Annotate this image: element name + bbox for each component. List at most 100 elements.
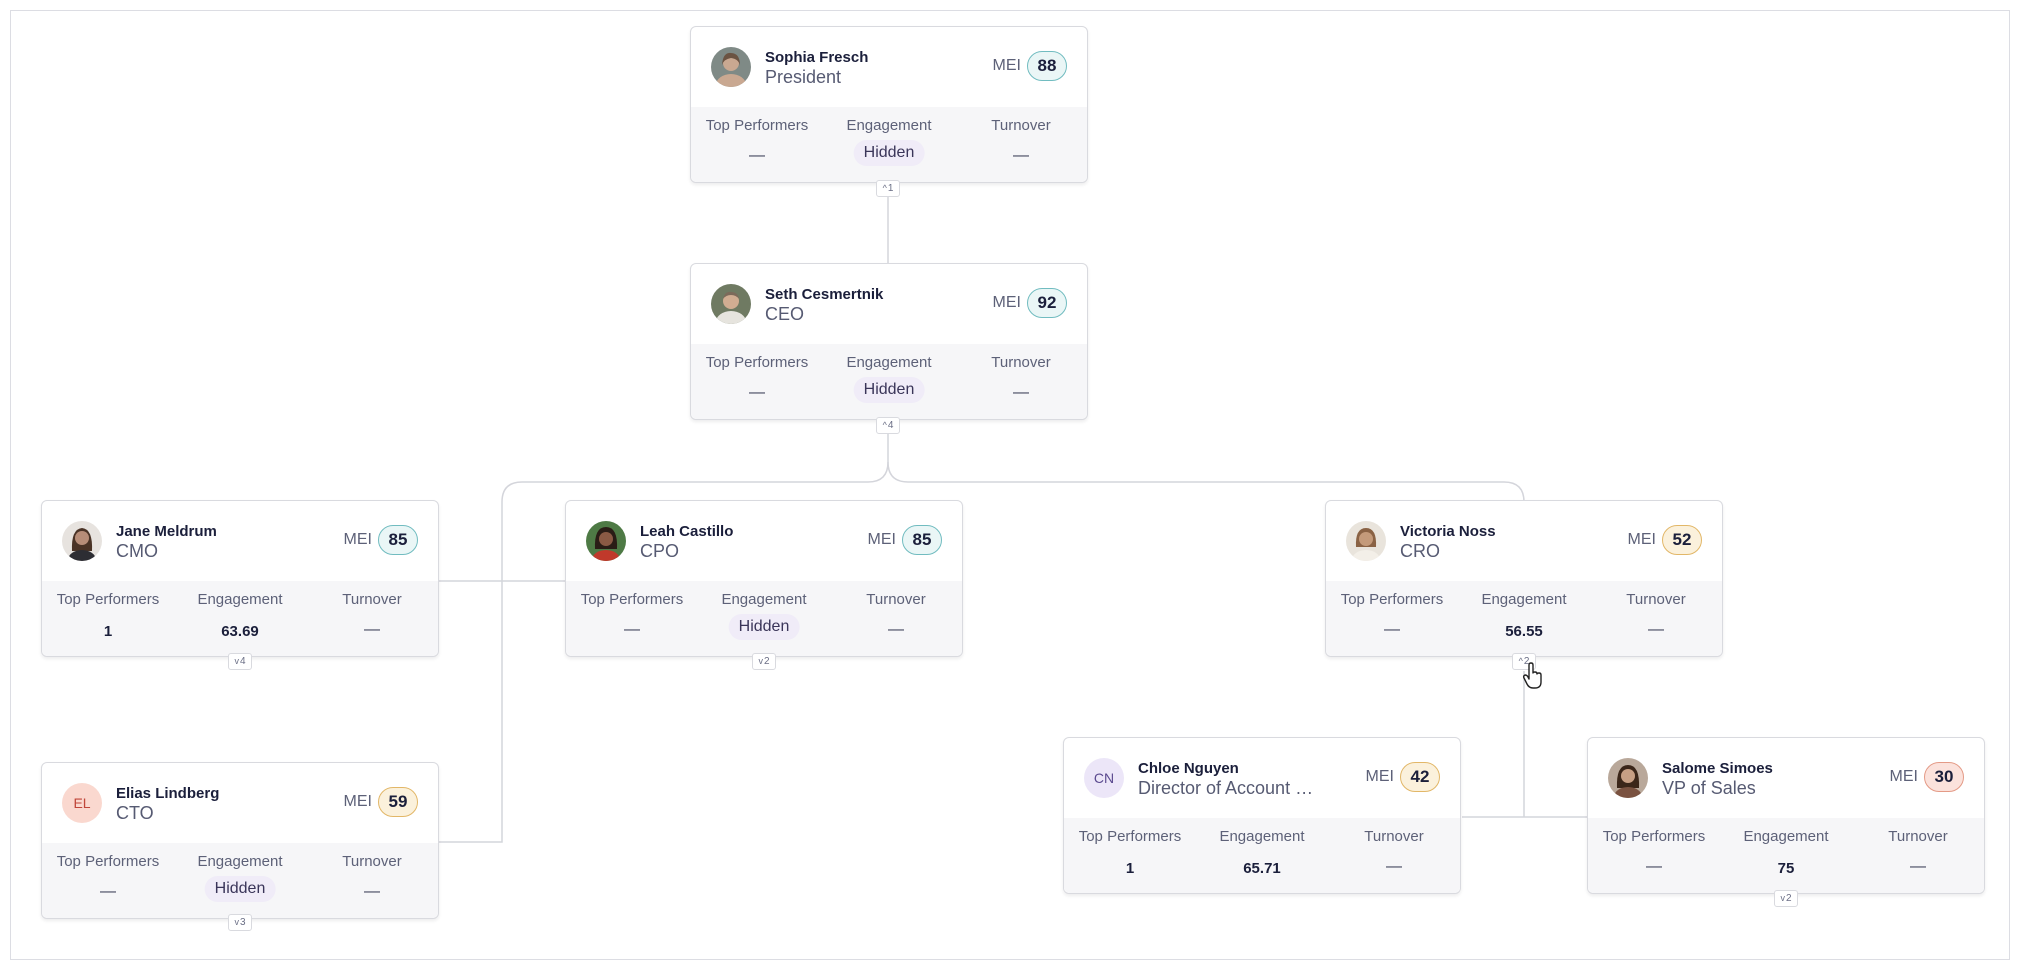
stat-label: Turnover [342, 853, 402, 870]
collapse-toggle-seth[interactable]: ^ 4 [876, 417, 900, 434]
card-header: Seth Cesmertnik CEO MEI 92 [691, 264, 1087, 344]
card-header: EL Elias Lindberg CTO MEI 59 [42, 763, 438, 843]
stat-value: — [624, 621, 640, 638]
expand-toggle-salome[interactable]: v2 [1774, 890, 1798, 907]
stat-turnover: Turnover — [830, 581, 962, 656]
job-title: Director of Account Management [1138, 778, 1328, 798]
toggle-count: 3 [239, 917, 246, 928]
stat-label: Engagement [197, 591, 283, 608]
mei-badge: 59 [378, 787, 418, 817]
toggle-count: 4 [887, 420, 894, 431]
stat-label: Top Performers [56, 591, 160, 608]
stat-value: — [888, 621, 904, 638]
person-name: Salome Simoes [1662, 760, 1773, 777]
stat-label: Engagement [721, 591, 807, 608]
card-stats: Top Performers — Engagement Hidden Turnove… [42, 843, 438, 918]
card-stats: Top Performers — Engagement Hidden Turnove… [566, 581, 962, 656]
org-card-sophia-fresch[interactable]: Sophia Fresch President MEI 88 Top Perfo… [690, 26, 1088, 183]
stat-top-performers: Top Performers 1 [1064, 818, 1196, 893]
card-header: Sophia Fresch President MEI 88 [691, 27, 1087, 107]
mei-score: MEI 30 [1890, 762, 1964, 792]
person-name: Sophia Fresch [765, 49, 869, 66]
hand-pointer-cursor-icon [1522, 662, 1542, 689]
expand-toggle-elias[interactable]: v3 [228, 914, 252, 931]
hidden-pill: Hidden [853, 140, 925, 166]
mei-label: MEI [992, 294, 1021, 311]
stat-engagement: Engagement Hidden [698, 581, 830, 656]
mei-score: MEI 59 [344, 787, 418, 817]
stat-label: Engagement [1481, 591, 1567, 608]
job-title: CEO [765, 304, 805, 324]
stat-value: — [749, 147, 765, 164]
stat-turnover: Turnover — [955, 344, 1087, 419]
org-card-seth-cesmertnik[interactable]: Seth Cesmertnik CEO MEI 92 Top Performer… [690, 263, 1088, 420]
avatar-initials: CN [1084, 758, 1124, 798]
mei-score: MEI 92 [993, 288, 1067, 318]
stat-label: Engagement [846, 354, 932, 371]
job-title: CTO [116, 803, 154, 823]
stat-label: Turnover [866, 591, 926, 608]
stat-turnover: Turnover — [1590, 581, 1722, 656]
job-title: VP of Sales [1662, 778, 1756, 798]
stat-label: Top Performers [580, 591, 684, 608]
stat-label: Turnover [342, 591, 402, 608]
stat-label: Turnover [1888, 828, 1948, 845]
org-card-chloe-nguyen[interactable]: CN Chloe Nguyen Director of Account Mana… [1063, 737, 1461, 894]
org-card-leah-castillo[interactable]: Leah Castillo CPO MEI 85 Top Performers —… [565, 500, 963, 657]
card-header: Victoria Noss CRO MEI 52 [1326, 501, 1722, 581]
expand-toggle-leah[interactable]: v2 [752, 653, 776, 670]
mei-label: MEI [343, 793, 372, 810]
avatar-initials: EL [62, 783, 102, 823]
stat-label: Turnover [1626, 591, 1686, 608]
job-title: CMO [116, 541, 158, 561]
stat-label: Top Performers [1602, 828, 1706, 845]
card-stats: Top Performers 1 Engagement 65.71 Turnover… [1064, 818, 1460, 893]
card-header: CN Chloe Nguyen Director of Account Mana… [1064, 738, 1460, 818]
collapse-toggle-sophia[interactable]: ^ 1 [876, 180, 900, 197]
stat-label: Turnover [991, 117, 1051, 134]
stat-engagement: Engagement Hidden [823, 344, 955, 419]
mei-badge: 42 [1400, 762, 1440, 792]
card-header: Jane Meldrum CMO MEI 85 [42, 501, 438, 581]
stat-label: Engagement [1219, 828, 1305, 845]
card-stats: Top Performers 1 Engagement 63.69 Turnover… [42, 581, 438, 656]
avatar-photo [711, 284, 751, 324]
stat-top-performers: Top Performers — [1588, 818, 1720, 893]
mei-score: MEI 52 [1628, 525, 1702, 555]
person-name: Jane Meldrum [116, 523, 217, 540]
stat-value: — [1648, 621, 1664, 638]
stat-engagement: Engagement 65.71 [1196, 818, 1328, 893]
stat-value: 65.71 [1243, 860, 1281, 877]
stat-engagement: Engagement Hidden [823, 107, 955, 182]
mei-score: MEI 85 [868, 525, 942, 555]
person-name: Elias Lindberg [116, 785, 220, 802]
org-card-elias-lindberg[interactable]: EL Elias Lindberg CTO MEI 59 Top Perform… [41, 762, 439, 919]
mei-label: MEI [992, 57, 1021, 74]
org-card-victoria-noss[interactable]: Victoria Noss CRO MEI 52 Top Performers —… [1325, 500, 1723, 657]
org-card-salome-simoes[interactable]: Salome Simoes VP of Sales MEI 30 Top Per… [1587, 737, 1985, 894]
stat-turnover: Turnover — [306, 581, 438, 656]
card-stats: Top Performers — Engagement Hidden Turnove… [691, 344, 1087, 419]
toggle-count: 2 [1785, 893, 1792, 904]
mei-label: MEI [1627, 531, 1656, 548]
stat-top-performers: Top Performers — [42, 843, 174, 918]
stat-value: — [1013, 147, 1029, 164]
mei-score: MEI 85 [344, 525, 418, 555]
expand-toggle-jane[interactable]: v4 [228, 653, 252, 670]
stat-value: — [1386, 858, 1402, 875]
stat-top-performers: Top Performers — [1326, 581, 1458, 656]
org-card-jane-meldrum[interactable]: Jane Meldrum CMO MEI 85 Top Performers 1 … [41, 500, 439, 657]
stat-value: — [364, 883, 380, 900]
mei-badge: 30 [1924, 762, 1964, 792]
stat-value: 63.69 [221, 623, 259, 640]
mei-badge: 85 [378, 525, 418, 555]
chevron-down-icon: v [758, 656, 763, 666]
stat-engagement: Engagement 63.69 [174, 581, 306, 656]
mei-label: MEI [1889, 768, 1918, 785]
stat-engagement: Engagement 75 [1720, 818, 1852, 893]
person-name: Victoria Noss [1400, 523, 1496, 540]
stat-turnover: Turnover — [1852, 818, 1984, 893]
person-name: Seth Cesmertnik [765, 286, 884, 303]
stat-value: 75 [1777, 860, 1795, 877]
stat-value: 56.55 [1505, 623, 1543, 640]
